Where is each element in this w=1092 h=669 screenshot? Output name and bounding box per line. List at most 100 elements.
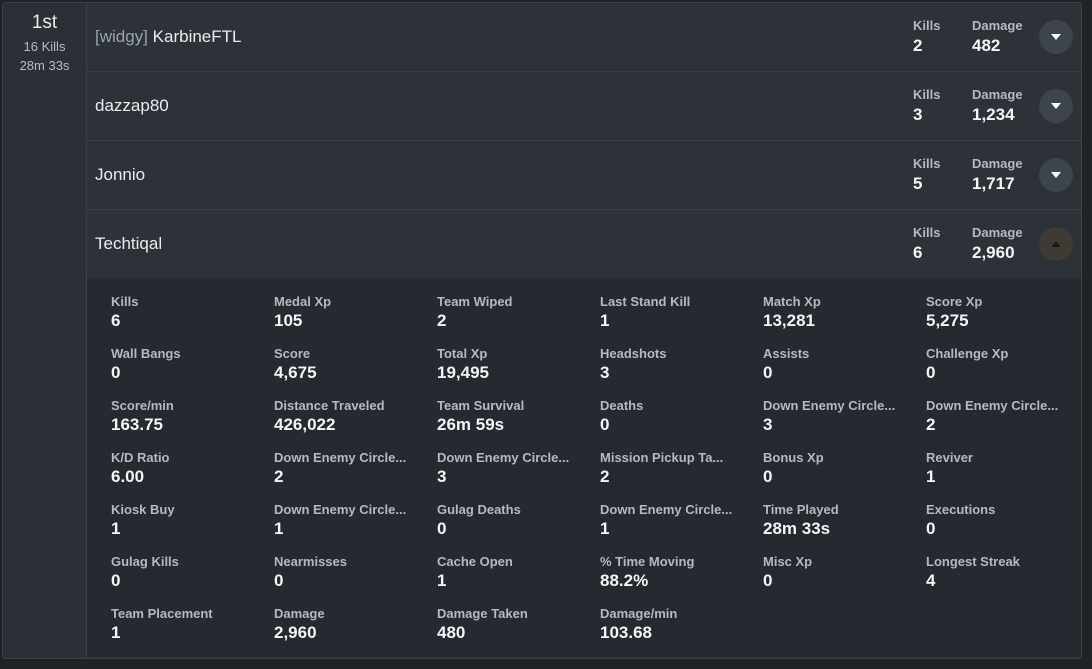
stat-value: 6 [111,311,121,330]
stats-grid: Kills 6 Medal Xp 105 Team Wiped 2 Last Stand K… [111,294,1081,658]
stat-cell: K/D Ratio 6.00 [111,450,274,502]
gamertag: Techtiqal [95,234,163,253]
stat-cell: Damage Taken 480 [437,606,600,658]
stat-cell: Down Enemy Circle... 2 [274,450,437,502]
stat-value: 0 [111,363,121,382]
stat-label: Damage/min [600,606,678,621]
expand-button[interactable] [1039,89,1073,123]
expand-button[interactable] [1039,158,1073,192]
stat-value: 0 [926,363,936,382]
stat-value: 4 [926,571,936,590]
player-row[interactable]: dazzap80 Kills 3 Damage 1,234 [87,72,1081,141]
expand-button[interactable] [1039,20,1073,54]
stat-label: Time Played [763,502,839,517]
stat-value: 4,675 [274,363,317,382]
collapse-button[interactable] [1039,227,1073,261]
stat-label: Cache Open [437,554,513,569]
stat-label: Down Enemy Circle... [763,398,896,413]
stat-label: Team Survival [437,398,525,413]
stat-cell: Mission Pickup Ta... 2 [600,450,763,502]
chevron-up-icon [1051,241,1061,247]
stat-cell: Damage 2,960 [274,606,437,658]
player-damage: Damage 482 [972,18,1023,56]
player-kills: Kills 6 [913,225,940,263]
stat-value: 0 [763,363,773,382]
stat-label: Score Xp [926,294,983,309]
stat-cell: Wall Bangs 0 [111,346,274,398]
team-kills: 16 Kills [23,39,66,54]
stat-cell: Time Played 28m 33s [763,502,926,554]
team-summary: 1st 16 Kills 28m 33s [3,3,87,658]
chevron-down-icon [1051,34,1061,40]
stat-cell: Team Survival 26m 59s [437,398,600,450]
chevron-down-icon [1051,172,1061,178]
stat-label: Bonus Xp [763,450,824,465]
player-name: Techtiqal [95,234,162,254]
stat-value: 1 [437,571,447,590]
player-damage: Damage 1,234 [972,87,1023,125]
stat-label: Total Xp [437,346,488,361]
stat-value: 19,495 [437,363,489,382]
stat-value: 1 [111,519,121,538]
stat-label: Mission Pickup Ta... [600,450,724,465]
chevron-down-icon [1051,103,1061,109]
kills-label: Kills [913,225,941,240]
player-row[interactable]: Techtiqal Kills 6 Damage 2,960 [87,210,1081,278]
damage-label: Damage [972,87,1023,102]
stat-cell: Down Enemy Circle... 3 [437,450,600,502]
damage-label: Damage [972,156,1023,171]
stat-cell: Medal Xp 105 [274,294,437,346]
stat-cell: Down Enemy Circle... 3 [763,398,926,450]
kills-label: Kills [913,18,941,33]
stat-value: 0 [437,519,447,538]
stat-label: Down Enemy Circle... [437,450,570,465]
team-rank: 1st [31,12,58,33]
kills-label: Kills [913,87,941,102]
stat-cell: Headshots 3 [600,346,763,398]
stat-label: Longest Streak [926,554,1020,569]
stat-value: 426,022 [274,415,336,434]
stat-label: Score [274,346,311,361]
player-row[interactable]: [widgy] KarbineFTL Kills 2 Damage 482 [87,3,1081,72]
stat-label: Kiosk Buy [111,502,175,517]
stat-label: Assists [763,346,810,361]
gamertag: Jonnio [95,165,146,184]
stat-value: 0 [274,571,284,590]
stat-value: 480 [437,623,466,642]
stat-value: 0 [763,467,773,486]
stat-value: 26m 59s [437,415,505,434]
stat-value: 28m 33s [763,519,831,538]
stat-label: Score/min [111,398,174,413]
team-card: 1st 16 Kills 28m 33s [widgy] KarbineFTL K… [2,2,1082,659]
stat-cell: Nearmisses 0 [274,554,437,606]
stat-value: 1 [600,519,610,538]
player-row[interactable]: Jonnio Kills 5 Damage 1,717 [87,141,1081,210]
stat-cell: Kills 6 [111,294,274,346]
stat-label: Gulag Kills [111,554,179,569]
stat-value: 2 [926,415,936,434]
stat-label: Reviver [926,450,973,465]
kills-value: 5 [913,174,923,193]
stat-value: 1 [926,467,936,486]
player-name: [widgy] KarbineFTL [95,27,241,47]
stat-label: Damage Taken [437,606,528,621]
stat-label: K/D Ratio [111,450,170,465]
stat-value: 2 [600,467,610,486]
damage-label: Damage [972,18,1023,33]
stat-value: 2,960 [274,623,317,642]
stat-cell: Executions 0 [926,502,1081,554]
clan-tag: [widgy] [95,27,148,46]
stat-cell: Misc Xp 0 [763,554,926,606]
damage-label: Damage [972,225,1023,240]
player-list: [widgy] KarbineFTL Kills 2 Damage 482 dazzap8… [87,3,1081,657]
stat-cell: Match Xp 13,281 [763,294,926,346]
player-damage: Damage 1,717 [972,156,1023,194]
kills-value: 3 [913,105,923,124]
stat-label: Distance Traveled [274,398,385,413]
stat-value: 0 [926,519,936,538]
stat-cell: Gulag Kills 0 [111,554,274,606]
stat-label: Deaths [600,398,644,413]
stat-label: Team Wiped [437,294,513,309]
stat-label: Challenge Xp [926,346,1009,361]
stat-value: 5,275 [926,311,969,330]
